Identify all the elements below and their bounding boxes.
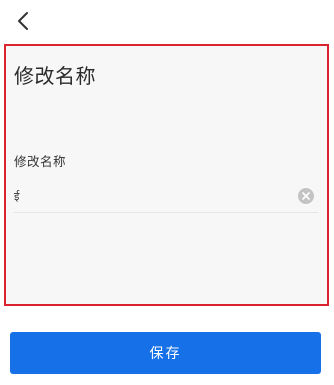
top-bar — [0, 0, 334, 42]
name-input[interactable] — [14, 184, 284, 208]
name-field-label: 修改名称 — [14, 154, 67, 169]
clear-circle-icon — [302, 192, 310, 200]
page-title: 修改名称 — [14, 64, 96, 88]
edit-name-screen: 修改名称 修改名称 保存 — [0, 0, 334, 385]
input-underline — [14, 212, 318, 213]
clear-input-button[interactable] — [298, 188, 314, 204]
back-button[interactable] — [10, 8, 36, 34]
chevron-left-icon — [18, 12, 28, 30]
save-button[interactable]: 保存 — [10, 332, 321, 374]
